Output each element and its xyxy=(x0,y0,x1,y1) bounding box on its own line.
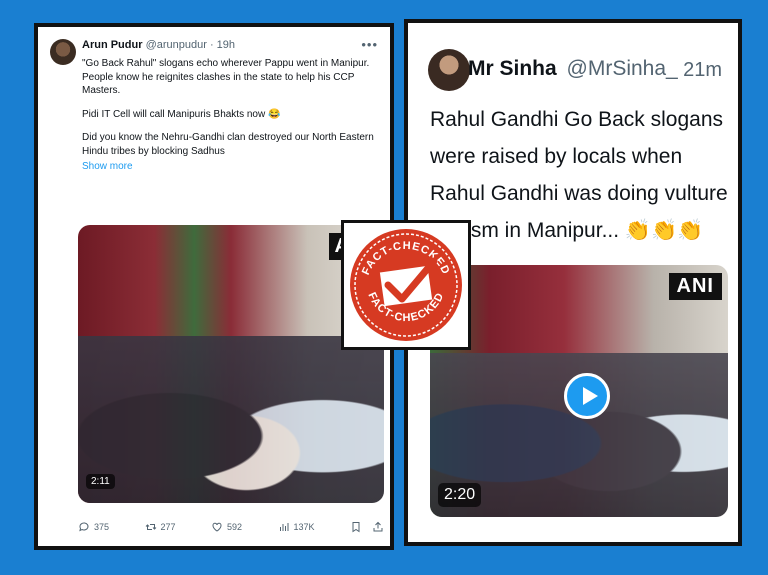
share-icon[interactable] xyxy=(372,521,384,533)
reply-icon xyxy=(79,522,89,532)
heart-icon xyxy=(212,522,222,532)
views-icon xyxy=(279,523,288,531)
video-duration: 2:11 xyxy=(86,474,115,489)
avatar[interactable] xyxy=(50,39,76,65)
stamp-graphic: FACT-CHECKED FACT-CHECKED xyxy=(350,229,462,341)
show-more-link[interactable]: Show more xyxy=(82,160,382,174)
handle[interactable]: @MrSinha_ xyxy=(567,57,678,80)
fact-checked-stamp: FACT-CHECKED FACT-CHECKED xyxy=(341,220,471,350)
display-name[interactable]: Arun Pudur xyxy=(82,39,143,51)
retweet-button[interactable]: 277 xyxy=(145,519,176,535)
tweet-paragraph: "Go Back Rahul" slogans echo wherever Pa… xyxy=(82,58,370,96)
more-icon[interactable]: ••• xyxy=(361,37,378,52)
reply-count: 375 xyxy=(94,522,110,532)
tweet-header: Mr Sinha @MrSinha_ xyxy=(468,57,678,81)
tweet-header: Arun Pudur @arunpudur · 19h xyxy=(82,39,235,51)
views-button[interactable]: 137K xyxy=(278,519,315,535)
tweet-paragraph: Did you know the Nehru-Gandhi clan destr… xyxy=(82,132,374,157)
ani-watermark: ANI xyxy=(668,273,722,300)
timestamp[interactable]: 21m xyxy=(683,59,722,82)
video-player[interactable]: ANI 2:11 xyxy=(78,225,384,503)
action-bar: 375 277 592 137K xyxy=(78,519,384,535)
play-icon[interactable] xyxy=(564,373,610,419)
share-actions xyxy=(350,519,384,535)
views-count: 137K xyxy=(293,522,315,532)
video-duration: 2:20 xyxy=(438,483,482,507)
tweet-text: Rahul Gandhi Go Back slogans were raised… xyxy=(430,108,728,242)
tweet-paragraph: Pidi IT Cell will call Manipuris Bhakts … xyxy=(82,108,281,120)
avatar[interactable] xyxy=(428,49,470,91)
handle[interactable]: @arunpudur xyxy=(146,39,207,51)
display-name[interactable]: Mr Sinha xyxy=(468,57,557,80)
left-tweet-screenshot: Arun Pudur @arunpudur · 19h ••• "Go Back… xyxy=(34,23,394,550)
like-count: 592 xyxy=(227,522,243,532)
retweet-count: 277 xyxy=(160,522,176,532)
video-frame xyxy=(78,336,384,503)
reply-button[interactable]: 375 xyxy=(78,519,109,535)
retweet-icon xyxy=(145,524,156,530)
video-player[interactable]: ANI 2:20 xyxy=(430,265,728,517)
bookmark-icon[interactable] xyxy=(350,521,362,533)
like-button[interactable]: 592 xyxy=(211,519,242,535)
tweet-text: "Go Back Rahul" slogans echo wherever Pa… xyxy=(82,57,382,174)
timestamp[interactable]: · 19h xyxy=(210,39,235,51)
